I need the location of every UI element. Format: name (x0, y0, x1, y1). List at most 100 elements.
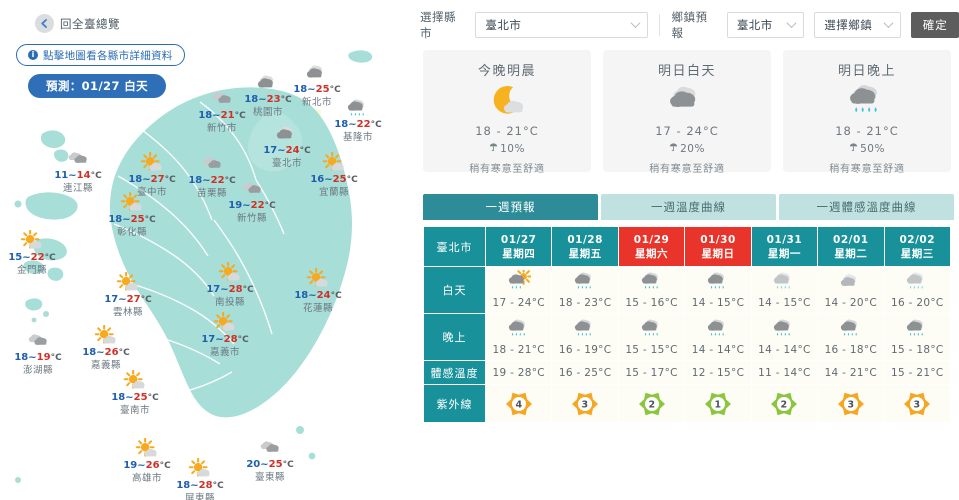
table-cell-temperature: 16 - 19°C (558, 344, 612, 356)
forecast-tab[interactable]: 一週預報 (423, 194, 598, 220)
weather-page: 回全臺總覽 i 點擊地圖看各縣市詳細資料 預測：01/27 白天 11~14°C… (0, 0, 959, 500)
table-cell: 11 - 14°C (750, 360, 819, 385)
weather-icon-moon (487, 81, 527, 121)
table-cell: 16 - 25°C (551, 360, 619, 385)
chevron-down-icon (786, 18, 797, 29)
summary-card-rain: 20% (669, 142, 705, 155)
taiwan-map[interactable] (0, 0, 415, 500)
table-cell: 14 - 14°C (684, 313, 752, 361)
table-cell-temperature: 14 - 14°C (691, 344, 745, 356)
table-row: 晚上 18 - 21°C 16 - 19°C 15 - 15°C 14 - 14… (423, 313, 952, 361)
uv-index-badge: 2 (753, 391, 816, 417)
table-day-header: 01/31 星期一 (750, 226, 819, 267)
summary-card-description: 稍有寒意至舒適 (649, 164, 725, 175)
weather-icon-cloud-rain (507, 317, 531, 344)
table-row: 紫外線 4 3 2 1 2 3 3 (423, 384, 952, 423)
table-cell: 14 - 14°C (750, 313, 819, 361)
umbrella-icon (849, 142, 858, 155)
table-cell-temperature: 15 - 16°C (625, 297, 678, 309)
summary-card-title: 今晚明晨 (477, 64, 536, 79)
table-cell: 17 - 24°C (484, 266, 553, 314)
summary-card-title: 明日白天 (657, 64, 716, 79)
summary-cards: 今晚明晨 18 - 21°C 10% 稍有寒意至舒適 明日白天 17 - 24°C… (423, 50, 951, 175)
summary-card-title: 明日晚上 (837, 64, 896, 79)
table-cell: 14 - 15°C (684, 266, 752, 314)
svg-text:4: 4 (515, 399, 522, 410)
table-cell: 3 (551, 384, 619, 423)
county-select[interactable]: 臺北市 (475, 12, 649, 38)
town-county-select[interactable]: 臺北市 (726, 12, 805, 38)
table-cell: 14 - 21°C (817, 360, 885, 385)
table-day-date: 01/31 (766, 233, 803, 246)
right-panel: 選擇縣市 臺北市 鄉鎮預報 臺北市 選擇鄉鎮 確定 今晚明晨 18 - 21°C (415, 0, 959, 500)
table-day-date: 02/01 (833, 233, 869, 246)
weather-icon-rain (847, 81, 887, 121)
keelung-islet (348, 50, 373, 63)
table-day-weekday: 星期四 (502, 247, 536, 260)
kinmen-islands (14, 192, 78, 281)
summary-card-rain-value: 10% (500, 142, 525, 155)
svg-text:2: 2 (781, 399, 788, 410)
table-cell: 16 - 19°C (551, 313, 619, 361)
offshore-islands-east (296, 426, 316, 460)
weather-icon-cloud-rain-lt (772, 270, 796, 297)
town-county-select-value: 臺北市 (736, 18, 773, 32)
table-day-header: 02/02 星期三 (883, 226, 952, 267)
table-day-weekday: 星期二 (834, 247, 868, 260)
table-day-date: 01/29 (633, 233, 670, 246)
svg-text:1: 1 (715, 399, 722, 410)
table-cell-temperature: 14 - 14°C (758, 344, 811, 356)
weather-icon-cloud-dark (667, 81, 707, 121)
table-cell-temperature: 14 - 20°C (824, 297, 878, 309)
weather-icon-cloud-lt (839, 270, 863, 297)
weekly-forecast-table: 臺北市 01/27 星期四 01/28 星期五 01/29 星期六 01/30 星期日 01/3… (423, 226, 952, 423)
forecast-tab[interactable]: 一週溫度曲線 (601, 194, 776, 220)
uv-index-badge: 2 (620, 391, 683, 417)
summary-card-rain-value: 50% (860, 142, 885, 155)
table-cell: 14 - 20°C (817, 266, 885, 314)
table-cell: 16 - 20°C (883, 266, 952, 314)
table-day-header: 02/01 星期二 (817, 226, 885, 267)
table-row: 白天 17 - 24°C 18 - 23°C 15 - 16°C 14 - 15… (423, 266, 952, 314)
table-cell: 19 - 28°C (484, 360, 553, 385)
selector-divider (659, 14, 661, 36)
table-day-weekday: 星期三 (900, 247, 934, 260)
forecast-tab[interactable]: 一週體感溫度曲線 (779, 194, 954, 220)
town-select[interactable]: 選擇鄉鎮 (814, 12, 902, 38)
table-cell: 1 (684, 384, 752, 423)
summary-card-temperature: 18 - 21°C (835, 124, 899, 138)
table-body: 白天 17 - 24°C 18 - 23°C 15 - 16°C 14 - 15… (423, 266, 952, 423)
uv-index-badge: 3 (819, 391, 882, 417)
selector-bar: 選擇縣市 臺北市 鄉鎮預報 臺北市 選擇鄉鎮 確定 (420, 10, 959, 40)
table-cell: 3 (883, 384, 952, 423)
table-header-row: 臺北市 01/27 星期四 01/28 星期五 01/29 星期六 01/30 星期日 01/3… (423, 226, 952, 267)
svg-text:2: 2 (648, 399, 655, 410)
umbrella-icon (669, 142, 678, 155)
confirm-button[interactable]: 確定 (911, 12, 959, 38)
table-cell-temperature: 14 - 15°C (758, 297, 811, 309)
table-cell: 12 - 15°C (684, 360, 752, 385)
table-day-header: 01/29 星期六 (617, 226, 686, 267)
table-day-date: 02/02 (899, 233, 936, 246)
table-cell-temperature: 14 - 15°C (691, 297, 745, 309)
table-cell: 3 (817, 384, 885, 423)
weather-icon-cloud-rain (640, 317, 664, 344)
table-day-weekday: 星期六 (635, 247, 669, 260)
table-day-date: 01/30 (700, 233, 736, 246)
weather-icon-cloud-rain (772, 317, 796, 344)
table-cell: 15 - 15°C (617, 313, 686, 361)
table-cell: 15 - 21°C (883, 360, 952, 385)
table-row-label: 紫外線 (423, 384, 486, 423)
weather-icon-cloud-rain (839, 317, 863, 344)
map-panel: 回全臺總覽 i 點擊地圖看各縣市詳細資料 預測：01/27 白天 11~14°C… (0, 0, 415, 500)
table-row-label: 體感溫度 (423, 360, 486, 385)
table-cell-temperature: 17 - 24°C (492, 297, 545, 309)
table-cell-temperature: 16 - 18°C (824, 344, 878, 356)
weather-icon-cloud-rain (706, 270, 730, 297)
taiwan-island-shape (110, 87, 352, 418)
svg-text:3: 3 (847, 399, 854, 410)
table-cell: 2 (617, 384, 686, 423)
uv-index-badge: 3 (886, 391, 949, 417)
table-cell: 4 (484, 384, 553, 423)
table-row-label: 白天 (423, 266, 486, 314)
